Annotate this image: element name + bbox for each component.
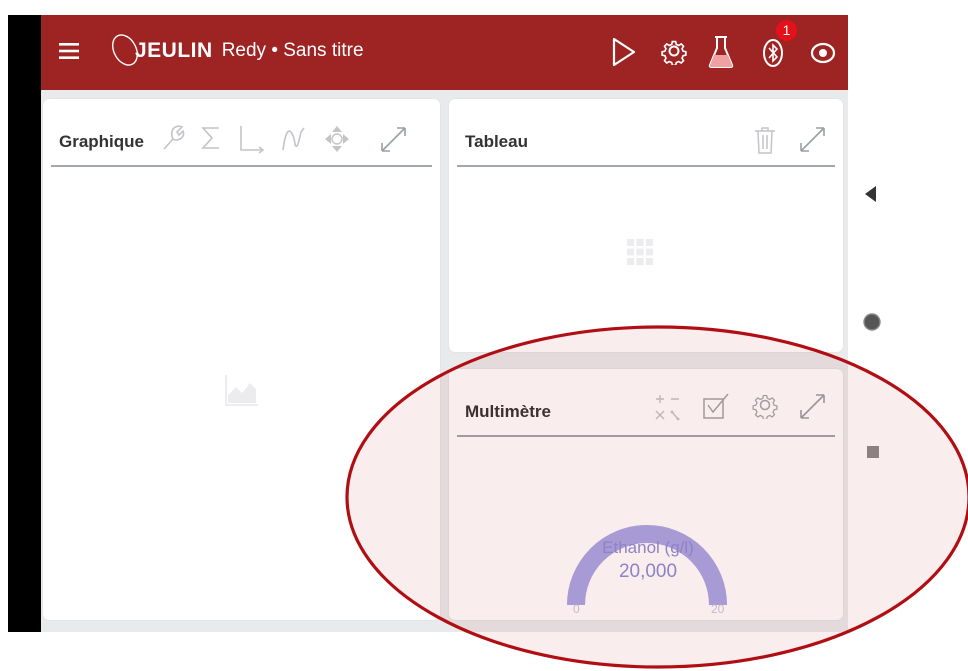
recents-nav-icon[interactable]	[866, 445, 880, 459]
app-window: JEULIN Redy • Sans titre 1 Graphique Tab…	[41, 15, 848, 632]
eye-icon[interactable]	[810, 41, 836, 65]
home-nav-icon[interactable]	[862, 312, 882, 332]
gauge-value: 20,000	[618, 561, 678, 582]
axes-icon[interactable]	[235, 124, 265, 154]
back-nav-icon[interactable]	[862, 184, 878, 204]
expand-icon[interactable]	[797, 391, 827, 421]
menu-icon[interactable]	[57, 39, 81, 63]
device-left-bar	[8, 15, 41, 632]
gauge-min-label: 0	[573, 602, 580, 616]
app-logo: JEULIN Redy • Sans titre	[111, 29, 364, 73]
lab-flask-icon[interactable]	[706, 35, 736, 69]
graph-panel-header: Graphique	[51, 99, 432, 167]
trash-icon[interactable]	[753, 125, 777, 155]
gauge-max-label: 20	[711, 602, 725, 616]
table-panel: Tableau	[449, 99, 843, 352]
empty-chart-icon	[225, 375, 258, 406]
expand-icon[interactable]	[378, 124, 408, 154]
table-panel-title: Tableau	[465, 132, 528, 151]
expand-icon[interactable]	[797, 124, 827, 154]
sum-icon[interactable]	[199, 124, 223, 152]
bluetooth-icon[interactable]	[761, 37, 785, 69]
multimeter-panel: Multimètre Ethanol (g/l) 20,000 0 20	[449, 369, 843, 620]
settings-gear-icon[interactable]	[660, 37, 688, 65]
checkbox-select-icon[interactable]	[701, 391, 731, 421]
multimeter-panel-header: Multimètre	[457, 369, 835, 437]
play-icon[interactable]	[611, 37, 637, 67]
app-title: Redy • Sans titre	[221, 40, 364, 61]
curve-fit-icon[interactable]	[280, 124, 308, 152]
top-bar: JEULIN Redy • Sans titre 1	[41, 15, 848, 90]
table-panel-header: Tableau	[457, 99, 835, 167]
graph-panel-title: Graphique	[59, 132, 145, 151]
empty-table-icon	[627, 239, 653, 265]
multimeter-panel-title: Multimètre	[465, 402, 551, 421]
move-pan-icon[interactable]	[323, 124, 351, 154]
gauge-label: Ethanol (g/l)	[602, 538, 694, 557]
graph-panel: Graphique	[43, 99, 440, 620]
wrench-icon[interactable]	[159, 124, 185, 152]
settings-gear-icon[interactable]	[751, 391, 779, 419]
brand-name: JEULIN	[135, 39, 213, 62]
calculation-icon[interactable]	[653, 391, 683, 423]
notification-badge: 1	[776, 20, 797, 41]
